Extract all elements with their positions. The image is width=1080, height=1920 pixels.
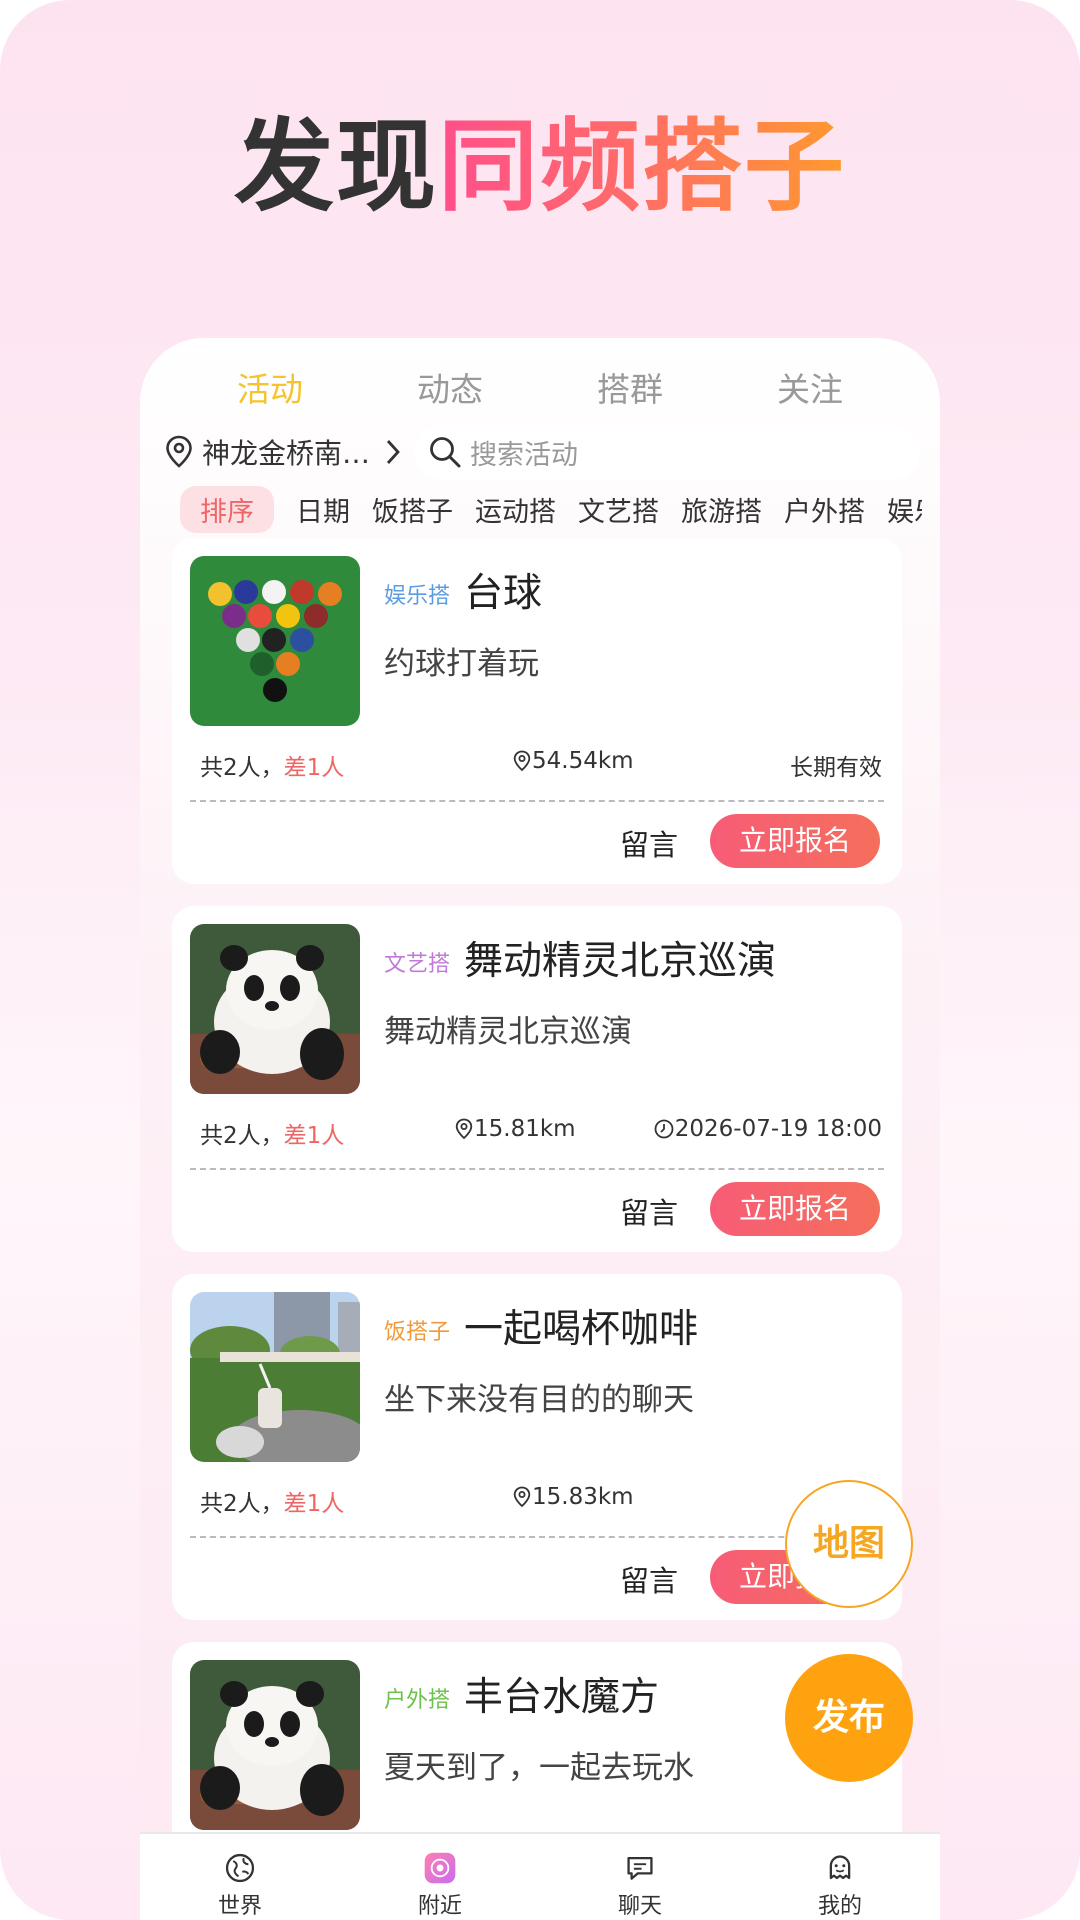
- globe-icon: [225, 1853, 255, 1883]
- activity-thumbnail: [190, 924, 360, 1094]
- tabbar-label: 我的: [817, 1894, 862, 1919]
- comment-button[interactable]: 留言: [620, 1190, 678, 1232]
- location-pin-icon: [455, 1118, 473, 1140]
- card-divider: [190, 1168, 884, 1170]
- card-divider: [190, 800, 884, 802]
- join-button[interactable]: 立即报名: [710, 814, 880, 868]
- top-tabs: 活动 动态 搭群 关注: [140, 362, 940, 418]
- profile-icon: [829, 1855, 851, 1880]
- participant-count: 共2人，差1人: [200, 748, 344, 782]
- participant-count: 共2人，差1人: [200, 1484, 344, 1518]
- tabbar-item-chat[interactable]: 聊天: [580, 1834, 700, 1920]
- activity-description: 舞动精灵北京巡演: [384, 1014, 632, 1050]
- time-value: 2026-07-19 18:00: [674, 1116, 882, 1142]
- count-short: 差1人: [283, 755, 345, 781]
- count-short: 差1人: [283, 1491, 345, 1517]
- chip-travel[interactable]: 旅游搭: [681, 490, 762, 529]
- tab-activity[interactable]: 活动: [237, 362, 303, 418]
- activity-description: 夏天到了，一起去玩水: [384, 1750, 694, 1786]
- tabbar-item-nearby[interactable]: 附近: [380, 1834, 500, 1920]
- activity-time: 2026-07-19 18:00: [653, 1116, 882, 1142]
- category-filter-bar: 排序 日期 饭搭子 运动搭 文艺搭 旅游搭 户外搭 娱乐: [180, 484, 922, 534]
- distance-value: 15.83km: [532, 1484, 634, 1510]
- activity-thumbnail: [190, 1660, 360, 1830]
- tab-following[interactable]: 关注: [777, 362, 843, 418]
- activity-time: 长期有效: [790, 755, 882, 781]
- tabbar-item-profile[interactable]: 我的: [780, 1834, 900, 1920]
- category-tag: 娱乐搭: [384, 584, 451, 609]
- tabbar-label: 世界: [217, 1894, 262, 1919]
- count-short: 差1人: [283, 1123, 345, 1149]
- activity-card[interactable]: 文艺搭 舞动精灵北京巡演 舞动精灵北京巡演 共2人，差1人 15.81km 20…: [172, 906, 902, 1252]
- activity-title: 台球: [464, 571, 543, 616]
- headline-part2: 同频搭子: [438, 108, 846, 225]
- headline-part1: 发现: [234, 108, 438, 225]
- location-label: 神龙金桥南…: [202, 437, 371, 470]
- search-input[interactable]: 搜索活动: [414, 425, 920, 479]
- location-pin-icon: [513, 750, 531, 772]
- activity-description: 坐下来没有目的的聊天: [384, 1382, 694, 1418]
- distance: 15.83km: [512, 1484, 634, 1510]
- chip-entertainment[interactable]: 娱乐: [887, 490, 922, 529]
- count-total: 共2人，: [200, 1123, 284, 1149]
- location-selector[interactable]: 神龙金桥南…: [164, 432, 410, 472]
- category-tag: 文艺搭: [384, 952, 451, 977]
- distance: 15.81km: [454, 1116, 576, 1142]
- clock-icon: [654, 1119, 674, 1139]
- chat-icon: [627, 1856, 653, 1880]
- location-pin-icon: [166, 435, 192, 468]
- count-total: 共2人，: [200, 1491, 284, 1517]
- chip-date[interactable]: 日期: [296, 490, 350, 529]
- join-button[interactable]: 立即报名: [710, 1182, 880, 1236]
- search-icon: [430, 437, 461, 468]
- publish-button[interactable]: 发布: [785, 1654, 913, 1782]
- distance-value: 54.54km: [532, 748, 634, 774]
- chip-food[interactable]: 饭搭子: [372, 490, 453, 529]
- count-total: 共2人，: [200, 755, 284, 781]
- category-tag: 饭搭子: [384, 1320, 451, 1345]
- tab-feed[interactable]: 动态: [417, 362, 483, 418]
- activity-meta: 共2人，差1人 54.54km 长期有效: [200, 748, 882, 784]
- page-headline: 发现同频搭子: [0, 112, 1080, 222]
- chip-arts[interactable]: 文艺搭: [578, 490, 659, 529]
- distance-value: 15.81km: [474, 1116, 576, 1142]
- location-pin-icon: [513, 1486, 531, 1508]
- page-background: 发现同频搭子 活动 动态 搭群 关注 神龙金桥南… 搜索活动 排序 日期 饭搭子…: [0, 0, 1080, 1920]
- activity-description: 约球打着玩: [384, 646, 539, 682]
- tabbar-label: 聊天: [617, 1894, 662, 1919]
- comment-button[interactable]: 留言: [620, 1558, 678, 1600]
- chevron-right-icon: [386, 440, 400, 464]
- tabbar-label: 附近: [417, 1894, 462, 1919]
- bottom-tab-bar: 世界 附近 聊天 我的: [140, 1832, 940, 1920]
- participant-count: 共2人，差1人: [200, 1116, 344, 1150]
- tab-groups[interactable]: 搭群: [597, 362, 663, 418]
- nearby-icon: [424, 1852, 456, 1884]
- activity-thumbnail: [190, 1292, 360, 1462]
- chip-sort[interactable]: 排序: [180, 485, 274, 533]
- activity-meta: 共2人，差1人 15.83km 长: [200, 1484, 882, 1520]
- map-button[interactable]: 地图: [785, 1480, 913, 1608]
- activity-title: 舞动精灵北京巡演: [464, 939, 777, 984]
- comment-button[interactable]: 留言: [620, 822, 678, 864]
- activity-meta: 共2人，差1人 15.81km 2026-07-19 18:00: [200, 1116, 882, 1152]
- category-tag: 户外搭: [384, 1688, 451, 1713]
- chip-sports[interactable]: 运动搭: [475, 490, 556, 529]
- activity-title: 一起喝杯咖啡: [464, 1307, 699, 1352]
- chip-outdoor[interactable]: 户外搭: [784, 490, 865, 529]
- activity-title: 丰台水魔方: [464, 1675, 660, 1720]
- search-placeholder: 搜索活动: [470, 439, 579, 471]
- tabbar-item-world[interactable]: 世界: [180, 1834, 300, 1920]
- activity-thumbnail: [190, 556, 360, 726]
- location-search-row: 神龙金桥南… 搜索活动: [164, 422, 920, 482]
- activity-card[interactable]: 娱乐搭 台球 约球打着玩 共2人，差1人 54.54km 长期有效 留言 立即报…: [172, 538, 902, 884]
- distance: 54.54km: [512, 748, 634, 774]
- card-divider: [190, 1536, 884, 1538]
